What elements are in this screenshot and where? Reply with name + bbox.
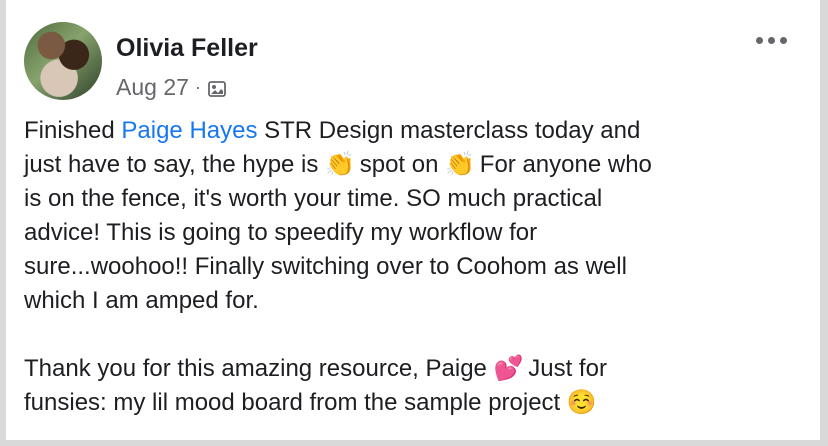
post-body: Finished Paige Hayes STR Design mastercl… — [24, 114, 794, 420]
post-paragraph: Thank you for this amazing resource, Pai… — [24, 352, 794, 420]
post-text: funsies: my lil mood board from the samp… — [24, 389, 567, 416]
post-text: STR Design masterclass today and — [257, 117, 641, 144]
meta-separator: · — [194, 77, 201, 97]
post-meta: Aug 27 · — [116, 74, 227, 101]
post-text: Thank you for this amazing resource, Pai… — [24, 355, 494, 382]
post-text: Just for — [521, 355, 607, 382]
post-text: Finished — [24, 117, 122, 144]
post-date[interactable]: Aug 27 — [116, 74, 189, 101]
post-text: sure...woohoo!! Finally switching over t… — [24, 253, 627, 280]
post-text: just have to say, the hype is — [24, 151, 326, 178]
post-text: is on the fence, it's worth your time. S… — [24, 185, 603, 212]
more-options-icon[interactable] — [756, 34, 794, 46]
post-text: For anyone who — [473, 151, 652, 178]
smiling-face-icon: ☺️ — [566, 389, 597, 416]
post-paragraph: Finished Paige Hayes STR Design mastercl… — [24, 114, 794, 318]
two-hearts-icon: 💕 — [493, 355, 524, 382]
more-dot — [756, 36, 763, 44]
author-name[interactable]: Olivia Feller — [116, 34, 258, 63]
author-avatar[interactable] — [24, 22, 102, 100]
more-dot — [780, 36, 787, 44]
mention-link[interactable]: Paige Hayes — [121, 117, 257, 144]
post-card: Olivia Feller Aug 27 · Finished Paige Ha… — [6, 0, 820, 440]
photo-icon — [207, 78, 227, 98]
post-text: advice! This is going to speedify my wor… — [24, 219, 538, 246]
more-dot — [768, 36, 775, 44]
post-text: which I am amped for. — [24, 287, 259, 314]
post-text: spot on — [353, 151, 446, 178]
clapping-hands-icon: 👏 — [325, 151, 355, 178]
clapping-hands-icon: 👏 — [445, 151, 476, 178]
